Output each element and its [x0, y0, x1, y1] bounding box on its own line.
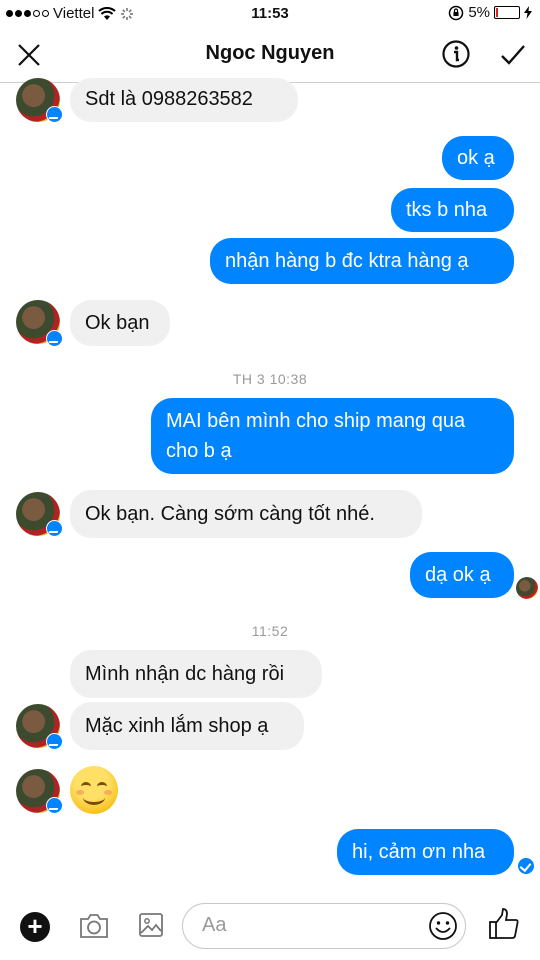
- message-bubble[interactable]: Ok bạn. Càng sớm càng tốt nhé.: [70, 490, 422, 538]
- message-bubble[interactable]: dạ ok ạ: [410, 552, 514, 598]
- message-bubble[interactable]: Mình nhận dc hàng rồi: [70, 650, 322, 698]
- status-right-group: 5%: [448, 4, 532, 21]
- message-bubble[interactable]: Mặc xinh lắm shop ạ: [70, 702, 304, 750]
- check-icon[interactable]: [498, 40, 528, 70]
- timestamp-divider: 11:52: [251, 623, 289, 639]
- battery-icon: [494, 6, 520, 19]
- message-input-placeholder: Aa: [202, 914, 227, 936]
- emoji-icon[interactable]: [428, 911, 458, 941]
- conversation-header: Ngoc Nguyen: [0, 28, 540, 83]
- plus-icon[interactable]: +: [20, 912, 50, 942]
- battery-percent: 5%: [468, 4, 490, 21]
- message-bubble[interactable]: ok ạ: [442, 136, 514, 180]
- status-bar: Viettel 11:53 5%: [0, 0, 540, 28]
- message-line: cho b ạ: [166, 440, 232, 462]
- image-icon[interactable]: [138, 912, 164, 938]
- smiling-face-emoji-icon[interactable]: [70, 766, 118, 814]
- messenger-badge-icon: [46, 797, 63, 814]
- messenger-badge-icon: [46, 733, 63, 750]
- messenger-badge-icon: [46, 106, 63, 123]
- delivered-check-icon: [518, 858, 534, 874]
- message-bubble[interactable]: tks b nha: [391, 188, 514, 232]
- message-bubble[interactable]: Sdt là 0988263582: [70, 78, 298, 122]
- thumbs-up-icon[interactable]: [488, 907, 520, 941]
- timestamp-divider: TH 3 10:38: [232, 371, 308, 387]
- charging-icon: [524, 6, 532, 19]
- message-bubble[interactable]: Ok bạn: [70, 300, 170, 346]
- info-icon[interactable]: [441, 39, 471, 69]
- message-bubble[interactable]: nhận hàng b đc ktra hàng ạ: [210, 238, 514, 284]
- message-bubble[interactable]: MAI bên mình cho ship mang qua cho b ạ: [151, 398, 514, 474]
- messenger-badge-icon: [46, 330, 63, 347]
- message-line: MAI bên mình cho ship mang qua: [166, 410, 466, 432]
- rotation-lock-icon: [449, 5, 464, 20]
- seen-avatar: [516, 577, 538, 599]
- messenger-badge-icon: [46, 520, 63, 537]
- message-bubble[interactable]: hi, cảm ơn nha: [337, 829, 514, 875]
- camera-icon[interactable]: [78, 912, 110, 940]
